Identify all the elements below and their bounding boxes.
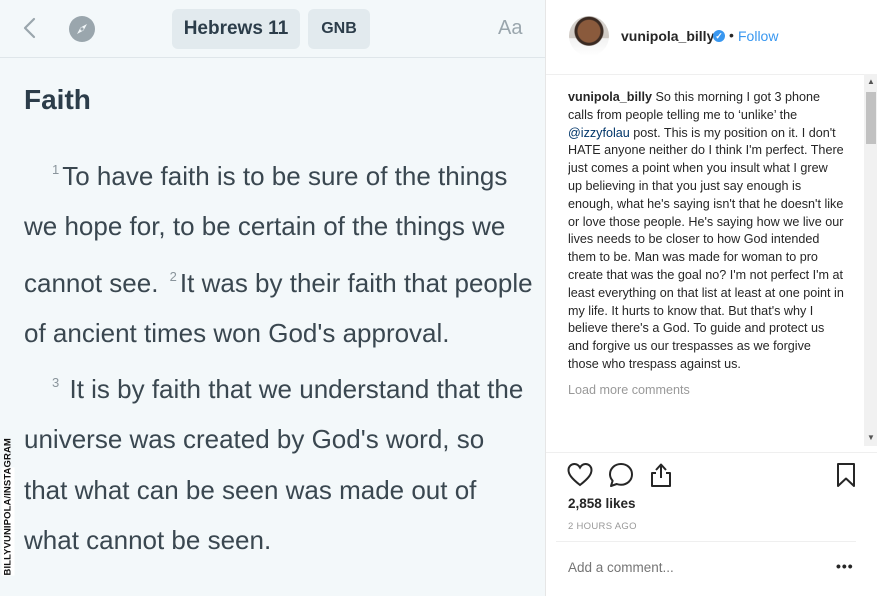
verse-text: It is by faith that we understand that t… [24,374,524,556]
font-settings-button[interactable]: Aa [498,16,522,40]
caption-text: post. This is my position on it. I don't… [568,125,844,371]
verified-icon: ✓ [713,30,725,42]
instagram-post-panel: vunipola_billy ✓ • Follow vunipola_billy… [545,0,877,596]
bookmark-icon[interactable] [832,461,860,489]
comment-icon[interactable] [607,461,635,489]
divider [556,541,856,543]
version-selector[interactable]: GNB [308,9,370,49]
paragraph: 3 It is by faith that we understand that… [24,358,534,565]
paragraph: 1 To have faith is to be sure of the thin… [24,145,534,358]
post-caption: vunipola_billy So this morning I got 3 p… [568,89,844,447]
likes-count[interactable]: 2,858 likes [568,496,636,511]
mention-link[interactable]: @izzyfolau [568,126,630,140]
heart-icon[interactable] [566,461,594,489]
post-timestamp: 2 HOURS AGO [568,521,637,532]
verse-number: 1 [52,162,60,177]
more-options-button[interactable]: ••• [836,558,854,574]
profile-username[interactable]: vunipola_billy [621,28,714,44]
scrollbar-thumb[interactable] [866,92,876,144]
avatar[interactable] [569,16,609,56]
compass-icon[interactable] [68,15,96,43]
book-chapter-selector[interactable]: Hebrews 11 [172,9,300,49]
chevron-left-icon[interactable] [20,16,40,40]
follow-button[interactable]: Follow [738,28,778,44]
comment-input[interactable] [568,560,798,575]
scroll-down-icon[interactable]: ▼ [867,434,875,442]
bible-reader: Hebrews 11 GNB Aa Faith 1 To have faith i… [0,0,545,596]
verse-number: 2 [169,268,177,284]
scroll-up-icon[interactable]: ▲ [867,78,875,86]
share-icon[interactable] [647,461,675,489]
section-heading: Faith [24,84,91,115]
passage-text: 1 To have faith is to be sure of the thin… [24,145,534,565]
photo-credit: BILLYVUNIPOLA/INSTAGRAM [1,438,15,576]
divider [546,452,877,454]
separator-dot: • [729,27,734,43]
verse-number: 3 [52,375,60,391]
post-header: vunipola_billy ✓ • Follow [546,0,877,75]
reader-toolbar: Hebrews 11 GNB Aa [0,0,545,58]
comments-scrollbar[interactable]: ▲ ▼ [864,74,877,446]
load-more-comments-link[interactable]: Load more comments [568,382,844,400]
caption-username[interactable]: vunipola_billy [568,90,652,104]
